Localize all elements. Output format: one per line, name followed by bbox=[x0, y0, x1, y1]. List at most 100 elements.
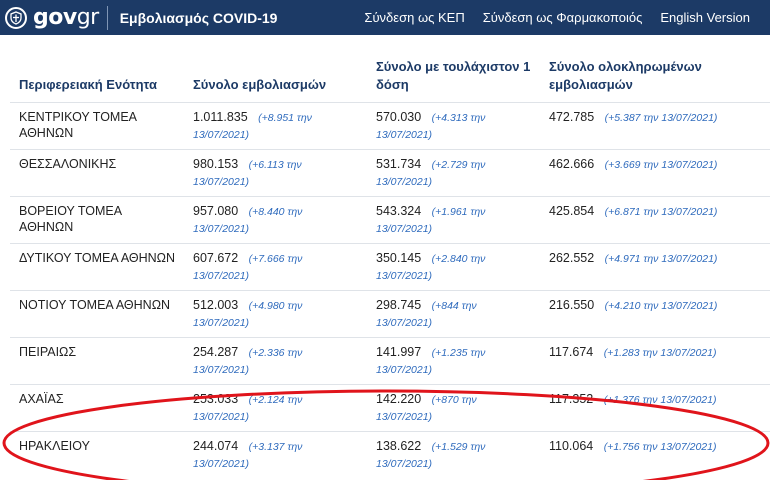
cell-one-dose: 142.220 (+870 την 13/07/2021) bbox=[367, 383, 540, 431]
value-total: 253.033 bbox=[193, 391, 239, 406]
delta-completed: (+3.669 την 13/07/2021) bbox=[604, 158, 718, 171]
cell-total: 253.033 (+2.124 την 13/07/2021) bbox=[184, 383, 367, 431]
column-header-completed[interactable]: Σύνολο ολοκληρωμένων εμβολιασμών bbox=[540, 35, 770, 102]
cell-one-dose: 570.030 (+4.313 την 13/07/2021) bbox=[367, 101, 540, 149]
govgr-logo[interactable]: govgr bbox=[0, 0, 99, 35]
cell-total: 244.074 (+3.137 την 13/07/2021) bbox=[184, 430, 367, 478]
cell-one-dose: 543.324 (+1.961 την 13/07/2021) bbox=[367, 195, 540, 243]
region-name: ΑΧΑΪΑΣ bbox=[19, 391, 64, 406]
cell-completed: 110.064 (+1.756 την 13/07/2021) bbox=[540, 430, 770, 478]
nav-link-english-version[interactable]: English Version bbox=[660, 10, 750, 25]
value-one-dose: 138.622 bbox=[376, 438, 422, 453]
cell-total: 512.003 (+4.980 την 13/07/2021) bbox=[184, 289, 367, 337]
value-one-dose: 570.030 bbox=[376, 109, 422, 124]
column-header-region[interactable]: Περιφερειακή Ενότητα bbox=[10, 35, 184, 102]
region-name: ΠΕΙΡΑΙΩΣ bbox=[19, 344, 77, 359]
cell-total: 254.287 (+2.336 την 13/07/2021) bbox=[184, 336, 367, 384]
table-row: ΠΕΙΡΑΙΩΣ 254.287 (+2.336 την 13/07/2021) 1… bbox=[10, 336, 770, 384]
region-name: ΚΕΝΤΡΙΚΟΥ ΤΟΜΕΑ ΑΘΗΝΩΝ bbox=[19, 109, 137, 140]
table-row: ΗΡΑΚΛΕΙΟΥ 244.074 (+3.137 την 13/07/2021)… bbox=[10, 430, 770, 478]
cell-region: ΗΡΑΚΛΕΙΟΥ bbox=[10, 430, 184, 478]
value-one-dose: 141.997 bbox=[376, 344, 422, 359]
value-total: 1.011.835 bbox=[193, 109, 248, 124]
cell-total: 607.672 (+7.666 την 13/07/2021) bbox=[184, 242, 367, 290]
cell-region: ΠΕΙΡΑΙΩΣ bbox=[10, 336, 184, 384]
nav-link-pharmacist-login[interactable]: Σύνδεση ως Φαρμακοποιός bbox=[483, 10, 643, 25]
delta-completed: (+5.387 την 13/07/2021) bbox=[604, 111, 718, 124]
table-row: ΔΥΤΙΚΟΥ ΤΟΜΕΑ ΑΘΗΝΩΝ 607.672 (+7.666 την … bbox=[10, 242, 770, 290]
region-name: ΔΥΤΙΚΟΥ ΤΟΜΕΑ ΑΘΗΝΩΝ bbox=[19, 250, 176, 265]
value-completed: 117.674 bbox=[549, 344, 594, 359]
delta-completed: (+1.756 την 13/07/2021) bbox=[603, 440, 717, 453]
top-bar: govgr Εμβολιασμός COVID-19 Σύνδεση ως ΚΕ… bbox=[0, 0, 770, 35]
cell-region: ΔΥΤΙΚΟΥ ΤΟΜΕΑ ΑΘΗΝΩΝ bbox=[10, 242, 184, 290]
table-header-row: Περιφερειακή Ενότητα Σύνολο εμβολιασμών … bbox=[10, 35, 770, 102]
cell-completed: 117.352 (+1.376 την 13/07/2021) bbox=[540, 383, 770, 431]
region-name: ΘΕΣΣΑΛΟΝΙΚΗΣ bbox=[19, 156, 117, 171]
cell-one-dose: 350.145 (+2.840 την 13/07/2021) bbox=[367, 242, 540, 290]
value-total: 254.287 bbox=[193, 344, 239, 359]
cell-region: ΑΧΑΪΑΣ bbox=[10, 383, 184, 431]
cell-completed: 117.674 (+1.283 την 13/07/2021) bbox=[540, 336, 770, 384]
cell-one-dose: 298.745 (+844 την 13/07/2021) bbox=[367, 289, 540, 337]
logo-text: govgr bbox=[33, 5, 99, 30]
vaccination-table-container: Περιφερειακή Ενότητα Σύνολο εμβολιασμών … bbox=[10, 35, 770, 478]
value-completed: 117.352 bbox=[549, 391, 594, 406]
delta-completed: (+6.871 την 13/07/2021) bbox=[604, 205, 718, 218]
header-nav: Σύνδεση ως ΚΕΠ Σύνδεση ως Φαρμακοποιός E… bbox=[364, 10, 770, 25]
cell-region: ΘΕΣΣΑΛΟΝΙΚΗΣ bbox=[10, 148, 184, 196]
table-row: ΚΕΝΤΡΙΚΟΥ ΤΟΜΕΑ ΑΘΗΝΩΝ 1.011.835 (+8.951 … bbox=[10, 101, 770, 149]
app-title: Εμβολιασμός COVID-19 bbox=[119, 9, 278, 26]
cell-completed: 472.785 (+5.387 την 13/07/2021) bbox=[540, 101, 770, 149]
table-row: ΒΟΡΕΙΟΥ ΤΟΜΕΑ ΑΘΗΝΩΝ 957.080 (+8.440 την … bbox=[10, 195, 770, 243]
nav-link-kep-login[interactable]: Σύνδεση ως ΚΕΠ bbox=[364, 10, 464, 25]
table-body: ΚΕΝΤΡΙΚΟΥ ΤΟΜΕΑ ΑΘΗΝΩΝ 1.011.835 (+8.951 … bbox=[10, 101, 770, 478]
value-completed: 216.550 bbox=[549, 297, 595, 312]
cell-completed: 462.666 (+3.669 την 13/07/2021) bbox=[540, 148, 770, 196]
value-one-dose: 543.324 bbox=[376, 203, 422, 218]
column-header-one-dose[interactable]: Σύνολο με τουλάχιστον 1 δόση bbox=[367, 35, 540, 102]
delta-completed: (+4.210 την 13/07/2021) bbox=[604, 299, 718, 312]
cell-total: 980.153 (+6.113 την 13/07/2021) bbox=[184, 148, 367, 196]
value-one-dose: 350.145 bbox=[376, 250, 422, 265]
header-divider bbox=[106, 5, 108, 30]
vaccination-table: Περιφερειακή Ενότητα Σύνολο εμβολιασμών … bbox=[10, 35, 770, 478]
table-row: ΑΧΑΪΑΣ 253.033 (+2.124 την 13/07/2021) 142… bbox=[10, 383, 770, 431]
value-total: 957.080 bbox=[193, 203, 239, 218]
cell-region: ΝΟΤΙΟΥ ΤΟΜΕΑ ΑΘΗΝΩΝ bbox=[10, 289, 184, 337]
table-row: ΝΟΤΙΟΥ ΤΟΜΕΑ ΑΘΗΝΩΝ 512.003 (+4.980 την 1… bbox=[10, 289, 770, 337]
cell-region: ΒΟΡΕΙΟΥ ΤΟΜΕΑ ΑΘΗΝΩΝ bbox=[10, 195, 184, 243]
column-header-total[interactable]: Σύνολο εμβολιασμών bbox=[184, 35, 367, 102]
value-completed: 472.785 bbox=[549, 109, 595, 124]
greek-coat-of-arms-icon bbox=[5, 6, 27, 29]
value-completed: 110.064 bbox=[549, 438, 594, 453]
cell-completed: 262.552 (+4.971 την 13/07/2021) bbox=[540, 242, 770, 290]
value-total: 607.672 bbox=[193, 250, 239, 265]
region-name: ΝΟΤΙΟΥ ΤΟΜΕΑ ΑΘΗΝΩΝ bbox=[19, 297, 171, 312]
cell-total: 957.080 (+8.440 την 13/07/2021) bbox=[184, 195, 367, 243]
value-total: 512.003 bbox=[193, 297, 239, 312]
delta-completed: (+1.283 την 13/07/2021) bbox=[603, 346, 717, 359]
value-completed: 462.666 bbox=[549, 156, 595, 171]
value-total: 980.153 bbox=[193, 156, 239, 171]
cell-one-dose: 138.622 (+1.529 την 13/07/2021) bbox=[367, 430, 540, 478]
cell-completed: 216.550 (+4.210 την 13/07/2021) bbox=[540, 289, 770, 337]
value-completed: 262.552 bbox=[549, 250, 595, 265]
cell-one-dose: 531.734 (+2.729 την 13/07/2021) bbox=[367, 148, 540, 196]
region-name: ΒΟΡΕΙΟΥ ΤΟΜΕΑ ΑΘΗΝΩΝ bbox=[19, 203, 122, 234]
value-one-dose: 298.745 bbox=[376, 297, 422, 312]
value-one-dose: 531.734 bbox=[376, 156, 422, 171]
logo-gov: gov bbox=[33, 5, 77, 30]
logo-gr: gr bbox=[76, 5, 100, 30]
cell-total: 1.011.835 (+8.951 την 13/07/2021) bbox=[184, 101, 367, 149]
cell-one-dose: 141.997 (+1.235 την 13/07/2021) bbox=[367, 336, 540, 384]
region-name: ΗΡΑΚΛΕΙΟΥ bbox=[19, 438, 90, 453]
value-total: 244.074 bbox=[193, 438, 239, 453]
cell-completed: 425.854 (+6.871 την 13/07/2021) bbox=[540, 195, 770, 243]
delta-completed: (+4.971 την 13/07/2021) bbox=[604, 252, 718, 265]
value-completed: 425.854 bbox=[549, 203, 595, 218]
table-row: ΘΕΣΣΑΛΟΝΙΚΗΣ 980.153 (+6.113 την 13/07/20… bbox=[10, 148, 770, 196]
delta-completed: (+1.376 την 13/07/2021) bbox=[603, 393, 717, 406]
cell-region: ΚΕΝΤΡΙΚΟΥ ΤΟΜΕΑ ΑΘΗΝΩΝ bbox=[10, 101, 184, 149]
value-one-dose: 142.220 bbox=[376, 391, 422, 406]
